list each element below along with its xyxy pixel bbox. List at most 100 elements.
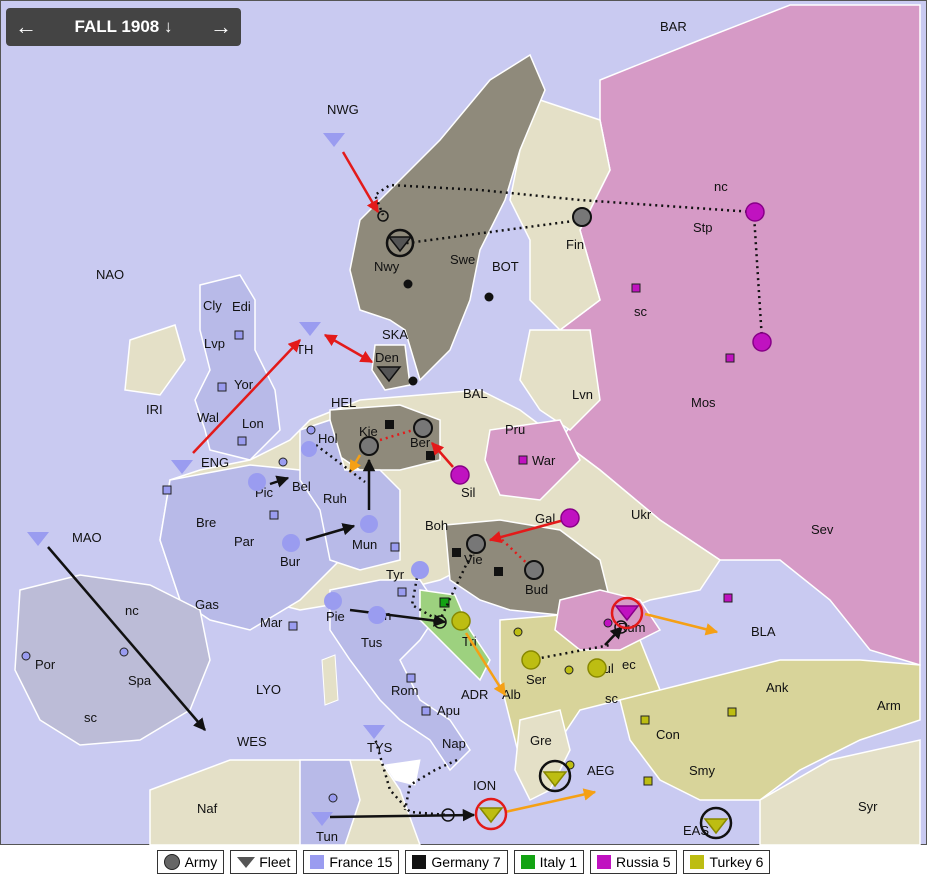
label-naf: Naf — [197, 801, 218, 816]
label-ruh: Ruh — [323, 491, 347, 506]
label-wes: WES — [237, 734, 267, 749]
sardinia-island — [321, 654, 339, 706]
legend-power-germany[interactable]: Germany 7 — [405, 850, 508, 874]
label-bur: Bur — [280, 554, 301, 569]
label-wal: Wal — [197, 410, 219, 425]
label-smy: Smy — [689, 763, 716, 778]
label-adr: ADR — [461, 687, 488, 702]
label-mao: MAO — [72, 530, 102, 545]
turkey-swatch — [690, 855, 705, 869]
legend-fleet: Fleet — [230, 850, 298, 874]
unit-army-turkey-tri — [451, 611, 471, 631]
label-swe: Swe — [450, 252, 475, 267]
label-mun: Mun — [352, 537, 377, 552]
label-hol: Hol — [318, 431, 338, 446]
label-apu: Apu — [437, 703, 460, 718]
label-lyo: LYO — [256, 682, 281, 697]
label-stp-nc: nc — [714, 179, 728, 194]
label-tyr: Tyr — [386, 567, 405, 582]
label-syr: Syr — [858, 799, 878, 814]
phase-dropdown-icon: ↓ — [163, 17, 173, 36]
unit-army-france-tyr — [411, 561, 429, 579]
label-spa-sc: sc — [84, 710, 98, 725]
unit-army-france-ven — [368, 606, 386, 624]
legend-bar: Army Fleet France 15 Germany 7 Italy 1 R… — [0, 850, 927, 874]
unit-army-france-bur — [282, 534, 300, 552]
label-bel: Bel — [292, 479, 311, 494]
label-bar: BAR — [660, 19, 687, 34]
label-cly: Cly — [203, 298, 222, 313]
label-gre: Gre — [530, 733, 552, 748]
legend-power-russia[interactable]: Russia 5 — [590, 850, 678, 874]
label-bot: BOT — [492, 259, 519, 274]
label-aeg: AEG — [587, 763, 614, 778]
label-bul-sc: sc — [605, 691, 619, 706]
label-nth: TH — [296, 342, 313, 357]
label-spa-nc: nc — [125, 603, 139, 618]
unit-army-france-pie — [324, 592, 342, 610]
label-stp: Stp — [693, 220, 713, 235]
label-lvn: Lvn — [572, 387, 593, 402]
label-bal: BAL — [463, 386, 488, 401]
phase-title[interactable]: FALL 1908 ↓ — [75, 17, 173, 37]
fleet-icon — [237, 857, 256, 868]
label-den: Den — [375, 350, 399, 365]
label-eng: ENG — [201, 455, 229, 470]
label-nao: NAO — [96, 267, 124, 282]
label-tus: Tus — [361, 635, 383, 650]
label-lon: Lon — [242, 416, 264, 431]
label-eas: EAS — [683, 823, 709, 838]
label-nwy: Nwy — [374, 259, 400, 274]
italy-swatch — [520, 855, 535, 869]
label-rom: Rom — [391, 683, 418, 698]
label-ukr: Ukr — [631, 507, 652, 522]
label-pru: Pru — [505, 422, 525, 437]
label-por: Por — [35, 657, 56, 672]
label-gas: Gas — [195, 597, 219, 612]
unit-army-germany-ber — [413, 418, 433, 438]
france-swatch — [310, 855, 325, 869]
prev-phase-button[interactable]: ← — [14, 14, 38, 40]
label-ser: Ser — [526, 672, 547, 687]
label-ska: SKA — [382, 327, 408, 342]
label-mos: Mos — [691, 395, 716, 410]
label-edi: Edi — [232, 299, 251, 314]
phase-navigation: ← FALL 1908 ↓ → — [6, 8, 241, 46]
unit-army-turkey-ser — [521, 650, 541, 670]
label-vie: Vie — [464, 552, 483, 567]
game-map[interactable]: BAR NWG NAO TH SKA HEL BAL BOT Nwy Swe F… — [0, 0, 927, 845]
label-hel: HEL — [331, 395, 356, 410]
unit-army-france-mun — [360, 515, 378, 533]
label-ank: Ank — [766, 680, 789, 695]
army-icon — [163, 854, 180, 870]
label-lvp: Lvp — [204, 336, 225, 351]
germany-swatch — [412, 855, 427, 869]
unit-army-france-hol — [301, 441, 317, 457]
next-phase-button[interactable]: → — [209, 14, 233, 40]
label-par: Par — [234, 534, 255, 549]
label-bul-ec: ec — [622, 657, 636, 672]
label-mar: Mar — [260, 615, 283, 630]
label-spa: Spa — [128, 673, 152, 688]
label-sil: Sil — [461, 485, 476, 500]
unit-army-france-pic — [248, 473, 266, 491]
label-bud: Bud — [525, 582, 548, 597]
label-yor: Yor — [234, 377, 254, 392]
label-boh: Boh — [425, 518, 448, 533]
unit-army-russia-sil — [450, 465, 470, 485]
legend-power-italy[interactable]: Italy 1 — [513, 850, 585, 874]
label-nap: Nap — [442, 736, 466, 751]
legend-army: Army — [156, 850, 225, 874]
label-iri: IRI — [146, 402, 163, 417]
label-fin: Fin — [566, 237, 584, 252]
label-ion: ION — [473, 778, 496, 793]
legend-power-turkey[interactable]: Turkey 6 — [683, 850, 771, 874]
unit-army-germany-vie — [466, 534, 486, 554]
unit-army-germany-kie — [359, 436, 379, 456]
label-bre: Bre — [196, 515, 216, 530]
legend-power-france[interactable]: France 15 — [303, 850, 400, 874]
label-con: Con — [656, 727, 680, 742]
label-bla: BLA — [751, 624, 776, 639]
label-war: War — [532, 453, 556, 468]
label-tun: Tun — [316, 829, 338, 844]
